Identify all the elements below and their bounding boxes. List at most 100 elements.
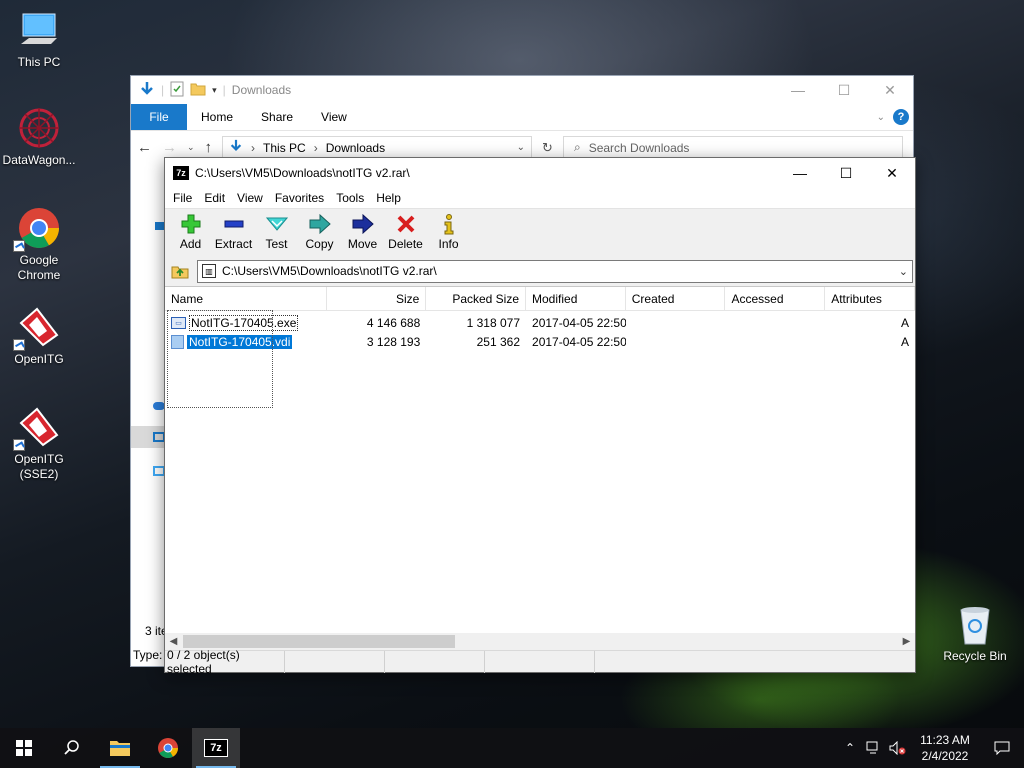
scrollbar-thumb[interactable] bbox=[183, 635, 455, 648]
chevron-down-icon[interactable]: ⌄ bbox=[899, 265, 908, 278]
desktop-icon-label: Google Chrome bbox=[17, 253, 61, 282]
forward-icon[interactable]: → bbox=[162, 139, 177, 156]
tab-share[interactable]: Share bbox=[247, 110, 307, 124]
column-header-modified[interactable]: Modified bbox=[526, 287, 626, 311]
ribbon-tabs: File Home Share View ⌄ ? bbox=[131, 104, 913, 130]
taskbar: 7z ⌃ 11:23 AM 2/4/2022 bbox=[0, 728, 1024, 768]
notifications-icon[interactable] bbox=[980, 728, 1024, 768]
selection-marquee bbox=[167, 310, 273, 408]
column-header-packed-size[interactable]: Packed Size bbox=[426, 287, 527, 311]
menu-favorites[interactable]: Favorites bbox=[269, 191, 330, 205]
close-icon[interactable]: ✕ bbox=[869, 158, 915, 188]
sevenzip-app-icon: 7z bbox=[173, 166, 189, 180]
desktop-icon-openitg-sse2[interactable]: OpenITG (SSE2) bbox=[0, 405, 78, 482]
scroll-right-icon[interactable]: ▶ bbox=[898, 633, 915, 650]
desktop-icon-this-pc[interactable]: This PC bbox=[0, 8, 78, 70]
desktop-icon-label: DataWagon... bbox=[2, 153, 76, 167]
toolbar: Add Extract Test Copy Move Delete Info bbox=[165, 208, 915, 258]
desktop-icon-datawagon[interactable]: DataWagon... bbox=[0, 106, 78, 168]
maximize-icon[interactable]: ☐ bbox=[823, 158, 869, 188]
add-button[interactable]: Add bbox=[169, 213, 212, 251]
back-icon[interactable]: ← bbox=[137, 139, 152, 156]
recycle-bin-icon bbox=[953, 602, 997, 646]
clock[interactable]: 11:23 AM 2/4/2022 bbox=[910, 732, 980, 764]
taskbar-file-explorer[interactable] bbox=[96, 728, 144, 768]
move-label: Move bbox=[347, 237, 378, 251]
copy-icon bbox=[308, 213, 332, 235]
menu-file[interactable]: File bbox=[167, 191, 198, 205]
column-header-accessed[interactable]: Accessed bbox=[725, 287, 826, 311]
menu-tools[interactable]: Tools bbox=[330, 191, 370, 205]
archive-path-input[interactable]: ▥ C:\Users\VM5\Downloads\notITG v2.rar\ … bbox=[197, 259, 913, 283]
tab-home[interactable]: Home bbox=[187, 110, 247, 124]
info-button[interactable]: Info bbox=[427, 213, 470, 251]
move-button[interactable]: Move bbox=[341, 213, 384, 251]
network-icon[interactable] bbox=[862, 728, 886, 768]
up-folder-icon[interactable] bbox=[167, 260, 193, 282]
delete-button[interactable]: Delete bbox=[384, 213, 427, 251]
column-header-created[interactable]: Created bbox=[626, 287, 726, 311]
status-extra bbox=[485, 650, 595, 673]
file-modified: 2017-04-05 22:50 bbox=[532, 315, 626, 330]
extract-button[interactable]: Extract bbox=[212, 213, 255, 251]
add-icon bbox=[179, 213, 203, 235]
file-size: 3 128 193 bbox=[366, 334, 421, 349]
start-button[interactable] bbox=[0, 728, 48, 768]
recent-locations-icon[interactable]: ⌄ bbox=[187, 142, 195, 153]
customize-qa-icon[interactable]: ▾ bbox=[212, 85, 217, 96]
desktop-icon-openitg[interactable]: OpenITG bbox=[0, 305, 78, 367]
extract-label: Extract bbox=[214, 237, 253, 251]
menu-edit[interactable]: Edit bbox=[198, 191, 231, 205]
tab-file[interactable]: File bbox=[131, 104, 187, 130]
menu-help[interactable]: Help bbox=[370, 191, 407, 205]
file-packed-size: 1 318 077 bbox=[466, 315, 521, 330]
file-size: 4 146 688 bbox=[366, 315, 421, 330]
breadcrumb-item[interactable]: Downloads bbox=[326, 141, 385, 155]
chrome-icon bbox=[13, 206, 61, 252]
test-button[interactable]: Test bbox=[255, 213, 298, 251]
refresh-icon[interactable]: ↻ bbox=[542, 140, 553, 156]
close-icon[interactable]: ✕ bbox=[867, 76, 913, 104]
clock-time: 11:23 AM bbox=[920, 733, 970, 747]
this-pc-icon bbox=[17, 8, 61, 52]
new-folder-icon[interactable] bbox=[190, 82, 206, 99]
breadcrumb-item[interactable]: This PC bbox=[263, 141, 306, 155]
volume-muted-icon[interactable] bbox=[886, 728, 910, 768]
search-icon bbox=[64, 740, 79, 755]
file-modified: 2017-04-05 22:50 bbox=[532, 334, 626, 349]
show-hidden-icons[interactable]: ⌃ bbox=[838, 728, 862, 768]
column-header-size[interactable]: Size bbox=[327, 287, 427, 311]
minimize-icon[interactable]: — bbox=[777, 158, 823, 188]
taskbar-chrome[interactable] bbox=[144, 728, 192, 768]
chevron-down-icon[interactable]: ⌄ bbox=[517, 142, 525, 153]
search-input[interactable]: ⌕ Search Downloads bbox=[562, 135, 903, 160]
table-row[interactable]: ▭ NotITG-170405.exe 4 146 688 1 318 077 … bbox=[165, 313, 915, 332]
sevenzip-titlebar: 7z C:\Users\VM5\Downloads\notITG v2.rar\… bbox=[165, 158, 915, 188]
menu-view[interactable]: View bbox=[231, 191, 269, 205]
minimize-icon[interactable]: — bbox=[775, 76, 821, 104]
help-icon[interactable]: ? bbox=[893, 109, 909, 125]
column-header-attributes[interactable]: Attributes bbox=[825, 287, 915, 311]
taskbar-7zip[interactable]: 7z bbox=[192, 728, 240, 768]
copy-button[interactable]: Copy bbox=[298, 213, 341, 251]
tab-view[interactable]: View bbox=[307, 110, 361, 124]
table-row[interactable]: NotITG-170405.vdi 3 128 193 251 362 2017… bbox=[165, 332, 915, 351]
column-header-name[interactable]: Name bbox=[165, 287, 327, 311]
test-icon bbox=[265, 213, 289, 235]
maximize-icon[interactable]: ☐ bbox=[821, 76, 867, 104]
desktop-icon-label: OpenITG bbox=[14, 352, 64, 366]
desktop-icon-chrome[interactable]: Google Chrome bbox=[0, 206, 78, 283]
desktop-icon-recycle-bin[interactable]: Recycle Bin bbox=[936, 602, 1014, 664]
file-attributes: A bbox=[900, 315, 909, 330]
up-icon[interactable]: ↑ bbox=[205, 139, 213, 156]
status-size bbox=[285, 650, 385, 673]
search-button[interactable] bbox=[48, 728, 96, 768]
system-tray: ⌃ 11:23 AM 2/4/2022 bbox=[838, 728, 1024, 768]
expand-ribbon-icon[interactable]: ⌄ bbox=[877, 112, 885, 123]
extract-icon bbox=[222, 213, 246, 235]
explorer-address-bar[interactable]: › This PC › Downloads ⌄ bbox=[222, 135, 533, 160]
navigation-pane bbox=[131, 164, 165, 644]
sevenzip-icon: 7z bbox=[204, 739, 228, 757]
properties-icon[interactable] bbox=[170, 81, 184, 100]
folder-icon bbox=[110, 741, 130, 756]
